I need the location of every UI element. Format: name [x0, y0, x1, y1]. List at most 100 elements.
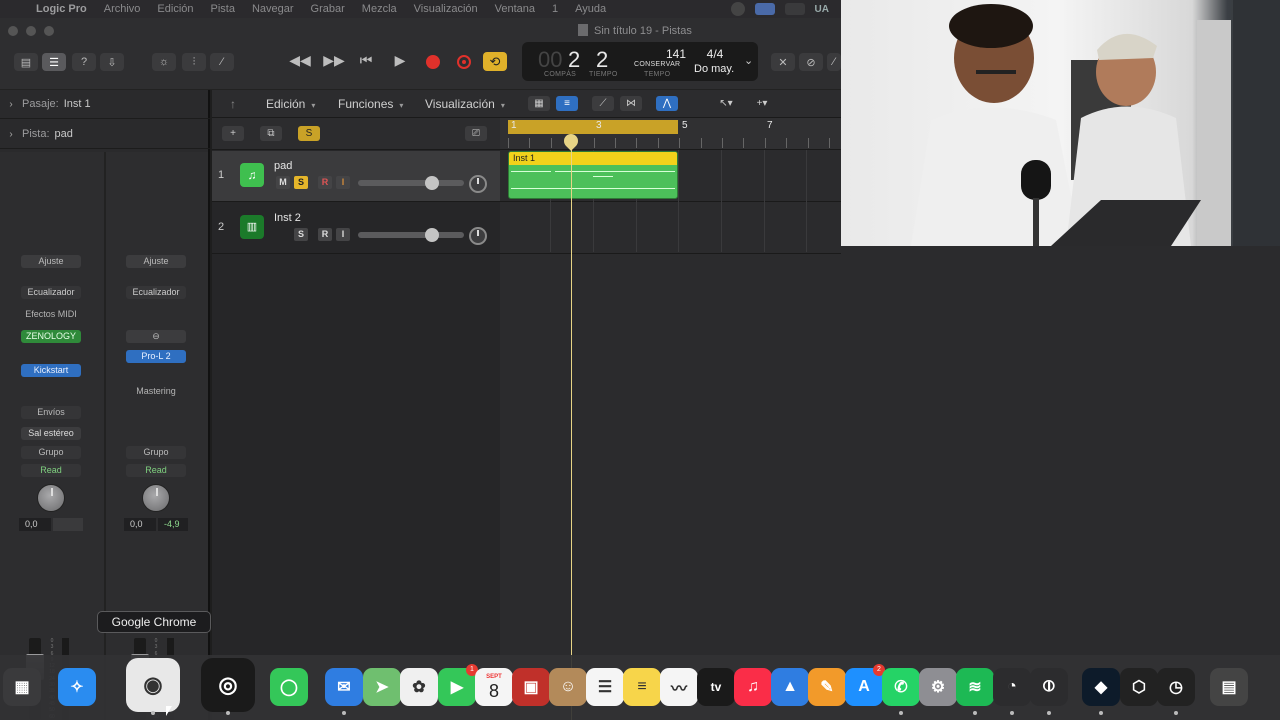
sends-label[interactable]: Envíos [21, 406, 81, 419]
dock-app-calendar-icon[interactable]: SEPT 8 [475, 668, 513, 706]
go-to-start-button[interactable]: ⏮ [355, 52, 377, 69]
record-enable-button[interactable]: R [318, 176, 332, 189]
up-arrow-icon[interactable]: ↑ [230, 97, 236, 111]
dock-app-settings-icon[interactable]: ⚙ [919, 668, 957, 706]
edit-menu[interactable]: Edición ▾ [266, 97, 315, 111]
dock-app-photobooth-icon[interactable]: ▣ [512, 668, 550, 706]
volume-value-2[interactable]: 0,0 [124, 518, 156, 531]
track-volume-slider[interactable] [358, 180, 464, 186]
dock-app-filmora-icon[interactable]: ◆ [1082, 668, 1120, 706]
group-button-2[interactable]: Grupo [126, 446, 186, 459]
menu-navegar[interactable]: Navegar [252, 3, 294, 15]
metronome-button[interactable]: ⁄ [827, 53, 841, 71]
chevron-right-icon[interactable]: › [0, 99, 22, 110]
keyboard-icon[interactable]: ▥ [240, 215, 264, 239]
zoom-window-button[interactable] [44, 26, 54, 36]
smart-controls-button[interactable]: ☼ [152, 53, 176, 71]
global-tracks-button[interactable]: ⎚ [465, 126, 487, 141]
chevron-right-icon[interactable]: › [0, 129, 22, 140]
dock-app-freeform-icon[interactable]: 〰 [660, 668, 698, 706]
dock-app-chrome-icon[interactable]: ◉ [126, 658, 180, 712]
track-pan-knob[interactable] [469, 175, 487, 193]
track-row[interactable]: 2 ▥ Inst 2 S R I [212, 203, 500, 254]
lcd-display[interactable]: 00 2 2 COMPÁS TIEMPO 141 CONSERVAR TEMPO… [522, 42, 758, 81]
insert-slot-pro-l2[interactable]: Pro-L 2 [126, 350, 186, 363]
menu-ventana[interactable]: Ventana [495, 3, 535, 15]
track-row[interactable]: 1 ♫ pad M S R I [212, 151, 500, 202]
eq-button-1[interactable]: Ecualizador [21, 286, 81, 299]
tuner-button[interactable]: ⊘ [799, 53, 823, 71]
library-button[interactable]: ▤ [14, 53, 38, 71]
midi-region[interactable]: Inst 1 [508, 151, 678, 199]
record-button[interactable] [426, 55, 440, 69]
dock-app-maps-icon[interactable]: ➤ [363, 668, 401, 706]
menu-pista[interactable]: Pista [211, 3, 235, 15]
volume-slider-thumb[interactable] [425, 228, 439, 242]
automation-mode-1[interactable]: Read [21, 464, 81, 477]
bar-ruler[interactable]: 1 3 5 7 [500, 118, 841, 150]
dock-app-pages-icon[interactable]: ✎ [808, 668, 846, 706]
dock-app-tv-icon[interactable]: tv [697, 668, 735, 706]
pan-knob-2[interactable] [142, 484, 170, 512]
automation-button[interactable]: ⟋ [592, 96, 614, 111]
input-monitor-button[interactable]: I [336, 228, 350, 241]
dock-app-messages-icon[interactable]: ◯ [270, 668, 308, 706]
quick-help-button[interactable]: ? [72, 53, 96, 71]
dock-app-music-icon[interactable]: ♫ [734, 668, 772, 706]
dock-app-unity-icon[interactable]: ⬡ [1120, 668, 1158, 706]
snap-button[interactable]: ⋀ [656, 96, 678, 111]
dock-app-clock-icon[interactable]: ◷ [1157, 668, 1195, 706]
setting-button-1[interactable]: Ajuste [21, 255, 81, 268]
grid-view-button[interactable]: ▦ [528, 96, 550, 111]
cycle-button[interactable]: ⟲ [483, 52, 507, 71]
pointer-tool-menu[interactable]: ↖▾ [712, 96, 740, 111]
menu-app-name[interactable]: Logic Pro [36, 3, 87, 15]
dock-app-whatsapp-icon[interactable]: ✆ [882, 668, 920, 706]
dock-app-reminders-icon[interactable]: ☰ [586, 668, 624, 706]
dock-app-mail-icon[interactable]: ✉ [325, 668, 363, 706]
menu-mezcla[interactable]: Mezcla [362, 3, 397, 15]
global-solo-button[interactable]: S [298, 126, 320, 141]
volume-value-1[interactable]: 0,0 [19, 518, 51, 531]
input-monitor-button[interactable]: I [336, 176, 350, 189]
editors-button[interactable]: ⁄ [210, 53, 234, 71]
dock-app-plugin-icon[interactable]: ⦶ [1030, 668, 1068, 706]
track-name[interactable]: Inst 2 [274, 212, 301, 224]
dock-app-logic-icon[interactable]: ◎ [201, 658, 255, 712]
mixer-button[interactable]: ⫶ [182, 53, 206, 71]
dock-app-notes-icon[interactable]: ≡ [623, 668, 661, 706]
playhead[interactable] [571, 136, 572, 720]
fast-forward-button[interactable]: ▶▶ [323, 52, 345, 69]
group-button-1[interactable]: Grupo [21, 446, 81, 459]
track-volume-slider[interactable] [358, 232, 464, 238]
track-lane[interactable] [500, 203, 841, 254]
dock-app-keynote-icon[interactable]: ▲ [771, 668, 809, 706]
screen-mirror-icon[interactable] [754, 3, 775, 15]
close-window-button[interactable] [8, 26, 18, 36]
music-note-icon[interactable]: ♫ [240, 163, 264, 187]
display-icon[interactable] [784, 3, 805, 15]
chevron-down-icon[interactable]: ⌄ [744, 54, 753, 67]
track-inspector-row[interactable]: › Pista: pad [0, 120, 210, 149]
dock-app-contacts-icon[interactable]: ☺ [549, 668, 587, 706]
inspector-button[interactable]: ☰ [42, 53, 66, 71]
play-button[interactable]: ▶ [389, 52, 411, 69]
cycle-range[interactable] [508, 120, 678, 134]
add-track-button[interactable]: + [222, 126, 244, 141]
instrument-slot-zenology[interactable]: ZENOLOGY [21, 330, 81, 343]
record-enable-button[interactable]: R [318, 228, 332, 241]
minimize-window-button[interactable] [26, 26, 36, 36]
replace-record-button[interactable] [457, 55, 471, 69]
menu-archivo[interactable]: Archivo [104, 3, 141, 15]
list-view-button[interactable]: ≡ [556, 96, 578, 111]
rewind-button[interactable]: ◀◀ [289, 52, 311, 69]
flex-button[interactable]: ⋈ [620, 96, 642, 111]
duplicate-track-button[interactable]: ⧉ [260, 126, 282, 141]
region-inspector-row[interactable]: › Pasaje: Inst 1 [0, 90, 210, 119]
status-icon[interactable] [730, 2, 745, 16]
functions-menu[interactable]: Funciones ▾ [338, 97, 403, 111]
secondary-tool-menu[interactable]: +▾ [748, 96, 776, 111]
dock-app-compass-icon[interactable]: ✧ [58, 668, 96, 706]
solo-button[interactable]: S [294, 228, 308, 241]
dock-app-stack-icon[interactable]: ▤ [1210, 668, 1248, 706]
